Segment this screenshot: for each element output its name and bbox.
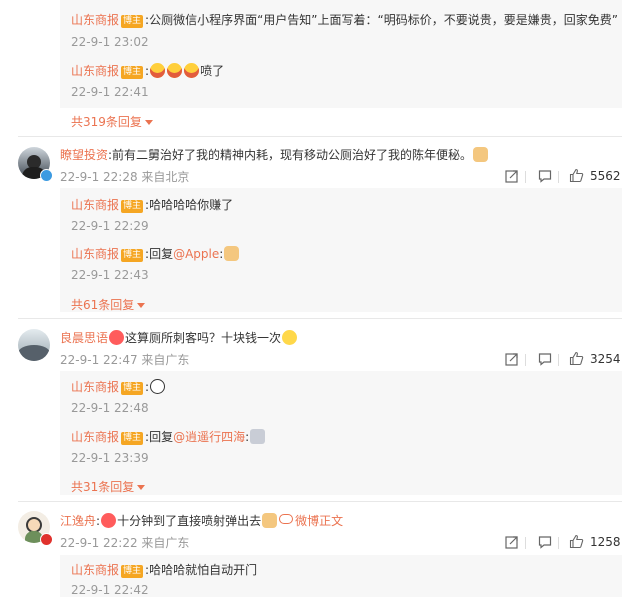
reply-time: 22-9-1 22:48 <box>71 401 149 415</box>
reply-username[interactable]: 山东商报 <box>71 430 119 444</box>
like-count: 1258 <box>590 535 621 549</box>
comment-username[interactable]: 瞭望投资 <box>60 148 108 162</box>
reply-item: 山东商报 博主:公厕微信小程序界面“用户告知”上面写着：“明码标价，不要说贵，要是… <box>71 11 618 28</box>
reply-username[interactable]: 山东商报 <box>71 380 119 394</box>
comment-username[interactable]: 江逸舟 <box>60 514 96 528</box>
reply-username[interactable]: 山东商报 <box>71 563 119 577</box>
chevron-down-icon <box>144 120 153 125</box>
like-count: 3254 <box>590 352 621 366</box>
divider <box>558 171 559 183</box>
reply-text: :哈哈哈哈你赚了 <box>145 198 234 212</box>
comment-icon[interactable] <box>538 352 552 369</box>
cat-emoji <box>262 513 278 528</box>
blogger-tag: 博主 <box>121 66 144 79</box>
reply-item: 山东商报 博主: <box>71 378 166 395</box>
reply-username[interactable]: 山东商报 <box>71 13 119 27</box>
divider <box>18 318 622 319</box>
comment-icon[interactable] <box>538 169 552 186</box>
blogger-tag: 博主 <box>121 200 144 213</box>
weibo-link[interactable]: 微博正文 <box>278 514 343 528</box>
divider <box>18 501 622 502</box>
comment-text: 瞭望投资:前有二舅治好了我的精神内耗，现有移动公厕治好了我的陈年便秘。 <box>60 146 489 163</box>
reply-username[interactable]: 山东商报 <box>71 247 119 261</box>
reply-item: 山东商报 博主:回复@Apple: <box>71 245 240 262</box>
reply-text: :哈哈哈就怕自动开门 <box>145 563 258 577</box>
reply-username[interactable]: 山东商报 <box>71 198 119 212</box>
divider <box>525 537 526 549</box>
laugh-emoji <box>150 63 166 78</box>
blogger-tag: 博主 <box>121 432 144 445</box>
comment-text: 良晨思语 这算厕所刺客吗？十块钱一次 <box>60 329 298 346</box>
comment-time: 22-9-1 22:28 来自北京 <box>60 170 190 184</box>
comment-text: 江逸舟: 十分钟到了直接喷射弹出去 微博正文 <box>60 513 344 528</box>
sweat-emoji <box>282 330 298 345</box>
divider <box>525 171 526 183</box>
divider <box>18 136 622 137</box>
cat-emoji <box>473 147 489 162</box>
comment-icon[interactable] <box>538 535 552 552</box>
reply-time: 22-9-1 22:43 <box>71 268 149 282</box>
reply-text: :公厕微信小程序界面“用户告知”上面写着：“明码标价，不要说贵，要是嫌贵，回家免… <box>145 13 618 27</box>
like-icon[interactable] <box>569 534 584 552</box>
reply-item: 山东商报 博主:哈哈哈就怕自动开门 <box>71 561 257 578</box>
reply-time: 22-9-1 22:29 <box>71 219 149 233</box>
reply-item: 山东商报 博主: 喷了 <box>71 62 224 79</box>
reply-text: : <box>145 64 150 78</box>
reply-time: 22-9-1 23:39 <box>71 451 149 465</box>
panda-emoji <box>150 379 166 394</box>
verified-badge-icon <box>40 169 53 182</box>
more-replies-link[interactable]: 共319条回复 <box>71 113 153 130</box>
like-icon[interactable] <box>569 168 584 186</box>
reply-text: 喷了 <box>200 64 225 78</box>
divider <box>558 354 559 366</box>
blogger-tag: 博主 <box>121 15 144 28</box>
reply-time: 22-9-1 22:41 <box>71 85 149 99</box>
mention-link[interactable]: @逍遥行四海 <box>173 430 245 444</box>
divider <box>558 537 559 549</box>
cat-emoji <box>224 246 240 261</box>
share-icon[interactable] <box>505 169 519 186</box>
more-replies-link[interactable]: 共61条回复 <box>71 296 146 313</box>
love-emoji <box>109 330 125 345</box>
love-emoji <box>101 513 117 528</box>
share-icon[interactable] <box>505 352 519 369</box>
divider <box>525 354 526 366</box>
comment-username[interactable]: 良晨思语 <box>60 331 108 345</box>
chevron-down-icon <box>137 303 146 308</box>
reply-time: 22-9-1 22:42 <box>71 583 149 597</box>
blogger-tag: 博主 <box>121 565 144 578</box>
blogger-tag: 博主 <box>121 249 144 262</box>
reply-item: 山东商报 博主:回复@逍遥行四海: <box>71 428 266 445</box>
like-icon[interactable] <box>569 351 584 369</box>
verified-badge-icon <box>40 533 53 546</box>
avatar[interactable] <box>18 329 50 361</box>
robot-emoji <box>250 429 266 444</box>
laugh-emoji <box>184 63 200 78</box>
more-replies-link[interactable]: 共31条回复 <box>71 478 146 495</box>
comment-time: 22-9-1 22:22 来自广东 <box>60 536 190 550</box>
comment-time: 22-9-1 22:47 来自广东 <box>60 353 190 367</box>
reply-username[interactable]: 山东商报 <box>71 64 119 78</box>
mention-link[interactable]: @Apple <box>173 247 219 261</box>
laugh-emoji <box>167 63 183 78</box>
share-icon[interactable] <box>505 535 519 552</box>
link-icon <box>279 514 294 524</box>
reply-time: 22-9-1 23:02 <box>71 35 149 49</box>
chevron-down-icon <box>137 485 146 490</box>
blogger-tag: 博主 <box>121 382 144 395</box>
reply-item: 山东商报 博主:哈哈哈哈你赚了 <box>71 196 233 213</box>
like-count: 5562 <box>590 169 621 183</box>
